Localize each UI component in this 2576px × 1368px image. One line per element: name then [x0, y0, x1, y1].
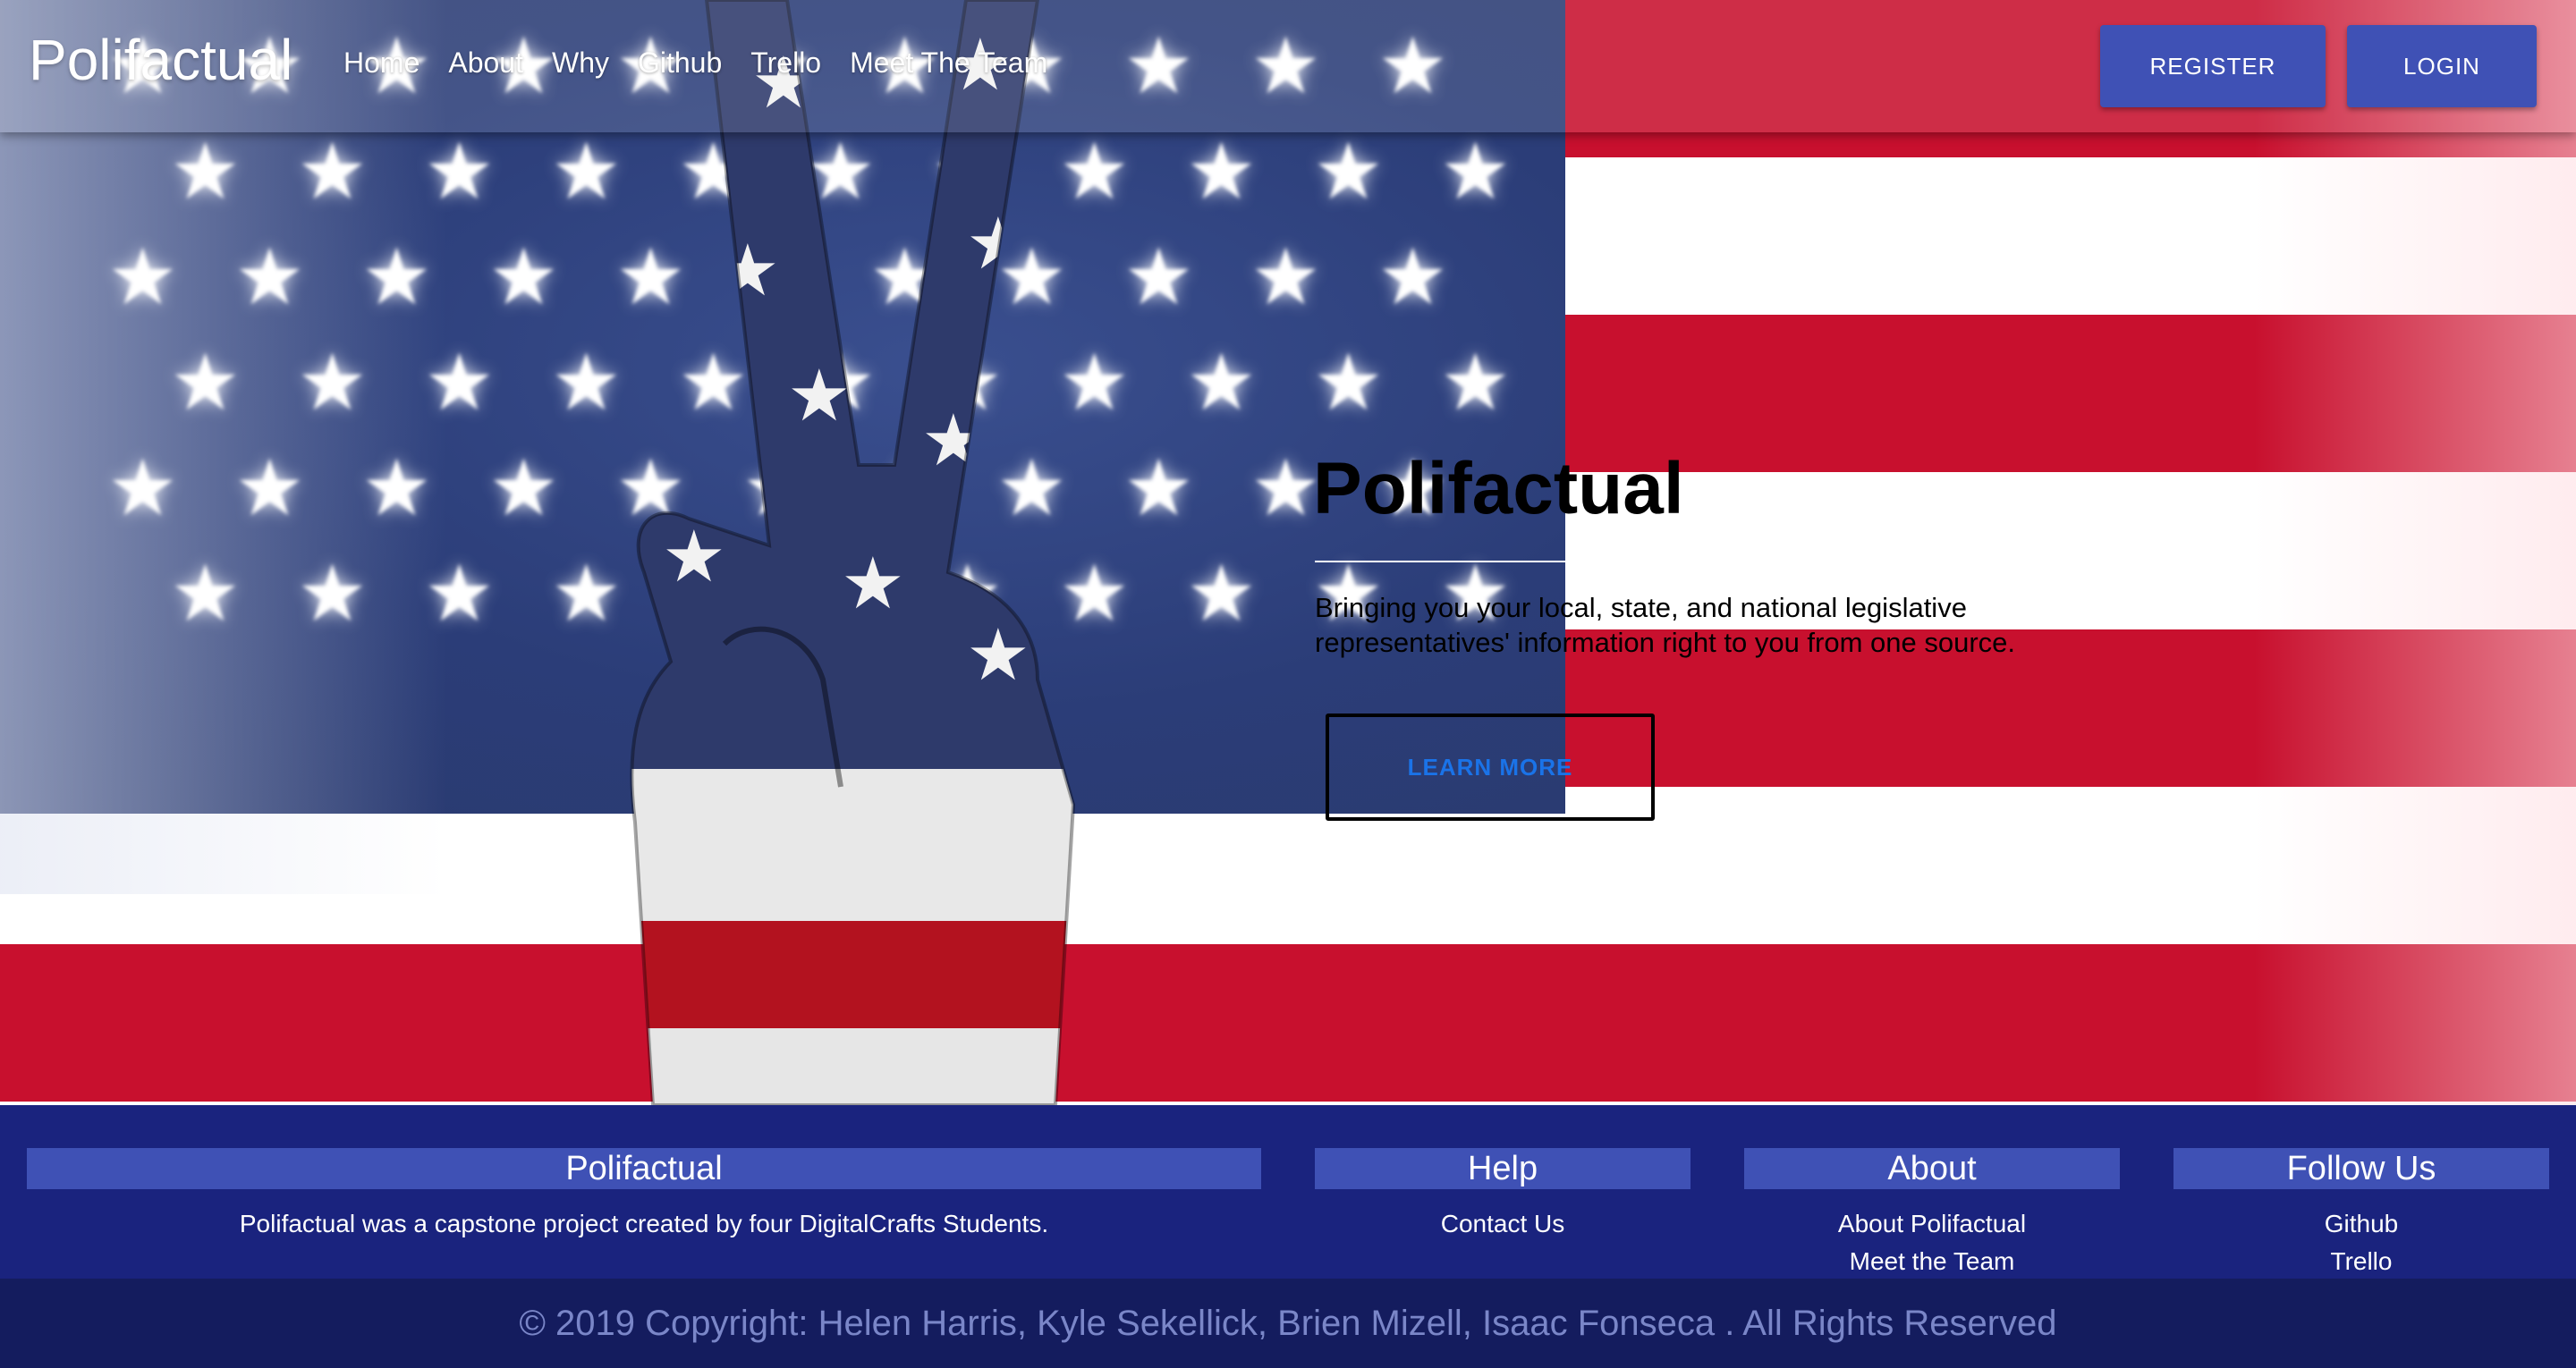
footer-link-trello[interactable]: Trello	[2174, 1243, 2549, 1280]
flag-star-icon: ★	[107, 443, 178, 532]
flag-star-icon: ★	[1250, 443, 1321, 532]
register-button[interactable]: REGISTER	[2100, 25, 2326, 107]
flag-star-icon: ★	[234, 232, 305, 321]
nav-link-trello[interactable]: Trello	[750, 46, 821, 80]
flag-star-icon: ★	[1440, 127, 1511, 215]
flag-star-icon: ★	[1250, 232, 1321, 321]
learn-more-button[interactable]: LEARN MORE	[1326, 714, 1655, 821]
flag-star-icon: ★	[297, 549, 368, 638]
flag-star-icon: ★	[170, 549, 241, 638]
footer-description: Polifactual was a capstone project creat…	[239, 1210, 1049, 1237]
peace-hand-icon: ★ ★ ★ ★ ★ ★ ★ ★ ★	[630, 0, 1076, 1105]
flag-star-icon: ★	[107, 232, 178, 321]
footer-link-meet-the-team[interactable]: Meet the Team	[1744, 1243, 2120, 1280]
hero-subtitle: Bringing you your local, state, and nati…	[1315, 592, 2016, 658]
hero-background: ★ ★ ★ ★ ★ ★ ★ ★ ★ ★ ★ ★ ★ ★ ★ ★ ★ ★ ★ ★ ★ ★ ★ ★ ★ ★ ★ ★ ★ ★ ★ ★ ★ ★ ★ ★ ★ ★ ★ ★…	[0, 0, 2576, 1105]
nav-links: Home About Why Github Trello Meet The Te…	[343, 46, 1047, 80]
footer-heading-follow-us: Follow Us	[2174, 1148, 2549, 1189]
nav-link-about[interactable]: About	[448, 46, 523, 80]
flag-star-icon: ★	[170, 127, 241, 215]
flag-fade	[2254, 0, 2576, 1105]
footer-link-github[interactable]: Github	[2174, 1205, 2549, 1243]
footer-col-polifactual: Polifactual Polifactual was a capstone p…	[27, 1148, 1261, 1243]
nav-link-home[interactable]: Home	[343, 46, 419, 80]
nav-link-why[interactable]: Why	[552, 46, 609, 80]
footer-heading-polifactual: Polifactual	[27, 1148, 1261, 1189]
footer-heading-help: Help	[1315, 1148, 1690, 1189]
top-navbar: Polifactual Home About Why Github Trello…	[0, 0, 2576, 132]
flag-star-icon: ★	[1313, 338, 1384, 426]
flag-star-icon: ★	[1377, 232, 1448, 321]
footer-heading-about: About	[1744, 1148, 2120, 1189]
svg-text:★: ★	[716, 229, 780, 312]
hero-title: Polifactual	[1313, 448, 1684, 529]
copyright-bar: © 2019 Copyright: Helen Harris, Kyle Sek…	[0, 1279, 2576, 1368]
login-button[interactable]: LOGIN	[2347, 25, 2537, 107]
brand-logo[interactable]: Polifactual	[29, 27, 292, 93]
flag-star-icon: ★	[1440, 338, 1511, 426]
flag-star-icon: ★	[424, 549, 495, 638]
svg-text:★: ★	[966, 613, 1030, 697]
flag-star-icon: ★	[1313, 127, 1384, 215]
svg-text:★: ★	[841, 542, 905, 625]
flag-star-icon: ★	[361, 443, 432, 532]
nav-link-github[interactable]: Github	[638, 46, 722, 80]
nav-link-meet-the-team[interactable]: Meet The Team	[850, 46, 1047, 80]
footer: Polifactual Polifactual was a capstone p…	[0, 1105, 2576, 1279]
flag-star-icon: ★	[297, 338, 368, 426]
hero-divider	[1315, 561, 1597, 562]
footer-col-about: About About Polifactual Meet the Team	[1744, 1148, 2120, 1280]
flag-star-icon: ★	[170, 338, 241, 426]
flag-star-icon: ★	[297, 127, 368, 215]
footer-col-help: Help Contact Us	[1315, 1148, 1690, 1243]
svg-text:★: ★	[921, 399, 986, 482]
footer-link-about-polifactual[interactable]: About Polifactual	[1744, 1205, 2120, 1243]
svg-text:★: ★	[787, 354, 852, 437]
footer-col-follow-us: Follow Us Github Trello	[2174, 1148, 2549, 1280]
flag-star-icon: ★	[424, 338, 495, 426]
flag-star-icon: ★	[234, 443, 305, 532]
footer-link-contact-us[interactable]: Contact Us	[1315, 1205, 1690, 1243]
flag-star-icon: ★	[424, 127, 495, 215]
flag-star-icon: ★	[361, 232, 432, 321]
